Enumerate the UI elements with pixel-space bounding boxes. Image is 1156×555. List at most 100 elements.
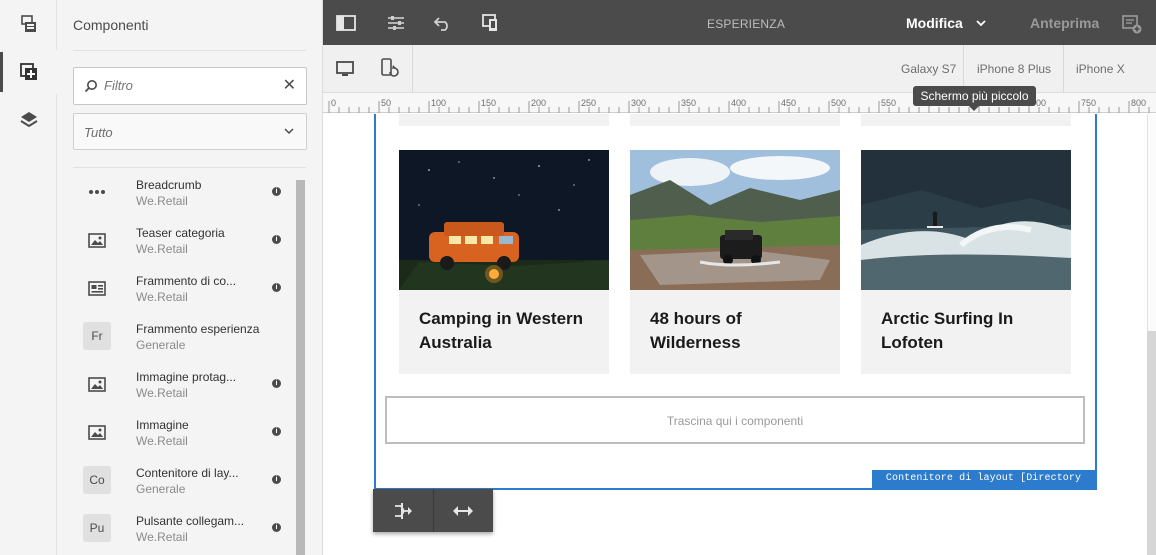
list-item[interactable]: Teaser categoria We.Retail i [73,216,295,264]
filter-input[interactable] [104,78,264,93]
desktop-view-button[interactable] [323,45,367,93]
content-fragment-icon [83,274,111,302]
ruler-label: 400 [731,98,746,108]
item-group: We.Retail [136,386,188,400]
page-icon [20,15,36,32]
ruler-label: 800 [1131,98,1146,108]
list-item[interactable]: Breadcrumb We.Retail i [73,168,295,216]
side-panel-toggle-icon[interactable] [336,15,356,31]
dropzone-label: Trascina qui i componenti [666,414,804,428]
undo-icon[interactable] [433,14,453,32]
canvas-scrollbar-thumb[interactable] [1147,331,1156,555]
group-select-value: Tutto [84,125,113,140]
info-icon[interactable]: i [272,235,281,244]
camping-night-image [399,150,609,290]
ruler-label: 200 [531,98,546,108]
teaser-card[interactable]: Camping in Western Australia [399,150,609,374]
item-group: Generale [136,482,186,496]
info-icon[interactable]: i [272,379,281,388]
info-icon[interactable]: i [272,523,281,532]
panel-title: Componenti [73,17,149,33]
components-tab-button[interactable] [0,50,57,94]
panel-scrollbar-thumb[interactable] [296,180,305,555]
abbreviation-badge: Fr [83,322,111,350]
item-name: Teaser categoria [136,226,225,240]
info-icon[interactable]: i [272,187,281,196]
annotations-icon[interactable] [1122,14,1142,34]
side-rail [0,0,57,555]
ruler-label: 50 [381,98,391,108]
info-icon[interactable]: i [272,475,281,484]
rotate-device-icon [381,58,399,77]
resize-horizontal-icon [453,505,473,516]
info-icon[interactable]: i [272,283,281,292]
item-name: Immagine [136,418,189,432]
arctic-surfing-image [861,150,1071,290]
component-dropzone[interactable]: Trascina qui i componenti [385,396,1085,444]
emulator-icon[interactable] [481,13,501,33]
rotate-device-button[interactable] [367,45,411,93]
layout-resize-button[interactable] [433,489,493,532]
ruler-label: 450 [781,98,796,108]
parent-select-icon [395,502,412,519]
item-name: Pulsante collegam... [136,514,245,528]
image-icon [83,418,111,446]
item-name: Frammento di co... [136,274,237,288]
preview-button[interactable]: Anteprima [1030,15,1099,31]
device-iphone-8-plus[interactable]: iPhone 8 Plus [977,62,1051,76]
divider [1063,45,1064,93]
component-list: Breadcrumb We.Retail i Teaser categoria … [73,168,295,555]
page-properties-button[interactable] [0,2,57,46]
ruler-label: 350 [681,98,696,108]
info-icon[interactable]: i [272,427,281,436]
list-item[interactable]: Pu Pulsante collegam... We.Retail i [73,504,295,552]
item-group: We.Retail [136,194,188,208]
device-galaxy-s7[interactable]: Galaxy S7 [901,62,956,76]
list-item[interactable]: Fr Frammento esperienza Generale [73,312,295,360]
desktop-icon [336,61,354,76]
ruler-label: 550 [881,98,896,108]
chevron-down-icon[interactable] [976,20,986,28]
jeep-river-image [630,150,840,290]
item-name: Contenitore di lay... [136,466,239,480]
list-item[interactable]: Immagine We.Retail i [73,408,295,456]
item-name: Immagine protag... [136,370,237,384]
tooltip: Schermo più piccolo [913,86,1036,111]
ruler-label: 250 [581,98,596,108]
item-group: We.Retail [136,290,188,304]
card-title[interactable]: 48 hours of Wilderness [650,307,825,355]
divider [73,50,306,51]
ruler-label: 750 [1081,98,1096,108]
list-item[interactable]: Frammento di co... We.Retail i [73,264,295,312]
filter-field[interactable]: ✕ [73,67,307,105]
group-select[interactable]: Tutto [73,113,307,150]
parent-select-button[interactable] [373,489,433,532]
abbreviation-badge: Co [83,466,111,494]
ellipsis-icon [83,178,111,206]
container-label[interactable]: Contenitore di layout [Directory princip… [872,470,1095,502]
canvas-scrollbar-track [1147,114,1156,331]
editor-toolbar: ESPERIENZA Modifica Anteprima [323,0,1156,45]
divider [412,45,413,93]
ruler-label: 300 [631,98,646,108]
ruler-label: 150 [481,98,496,108]
page-mode-title: ESPERIENZA [707,17,786,31]
item-group: Generale [136,338,186,352]
ruler-label: 0 [331,98,336,108]
list-item[interactable]: Co Contenitore di lay... Generale i [73,456,295,504]
mode-selector[interactable]: Modifica [906,15,963,31]
layers-icon [19,112,38,128]
card-title[interactable]: Camping in Western Australia [419,307,594,355]
add-component-icon [19,63,37,80]
teaser-card[interactable]: 48 hours of Wilderness [630,150,840,374]
item-name: Breadcrumb [136,178,202,192]
properties-sliders-icon[interactable] [386,14,406,32]
list-item[interactable]: Immagine protag... We.Retail i [73,360,295,408]
content-tree-button[interactable] [0,98,57,142]
abbreviation-badge: Pu [83,514,111,542]
teaser-card[interactable]: Arctic Surfing In Lofoten [861,150,1071,374]
card-title[interactable]: Arctic Surfing In Lofoten [881,307,1056,355]
device-iphone-x[interactable]: iPhone X [1076,62,1125,76]
clear-icon[interactable]: ✕ [283,78,296,94]
chevron-down-icon [284,128,294,135]
